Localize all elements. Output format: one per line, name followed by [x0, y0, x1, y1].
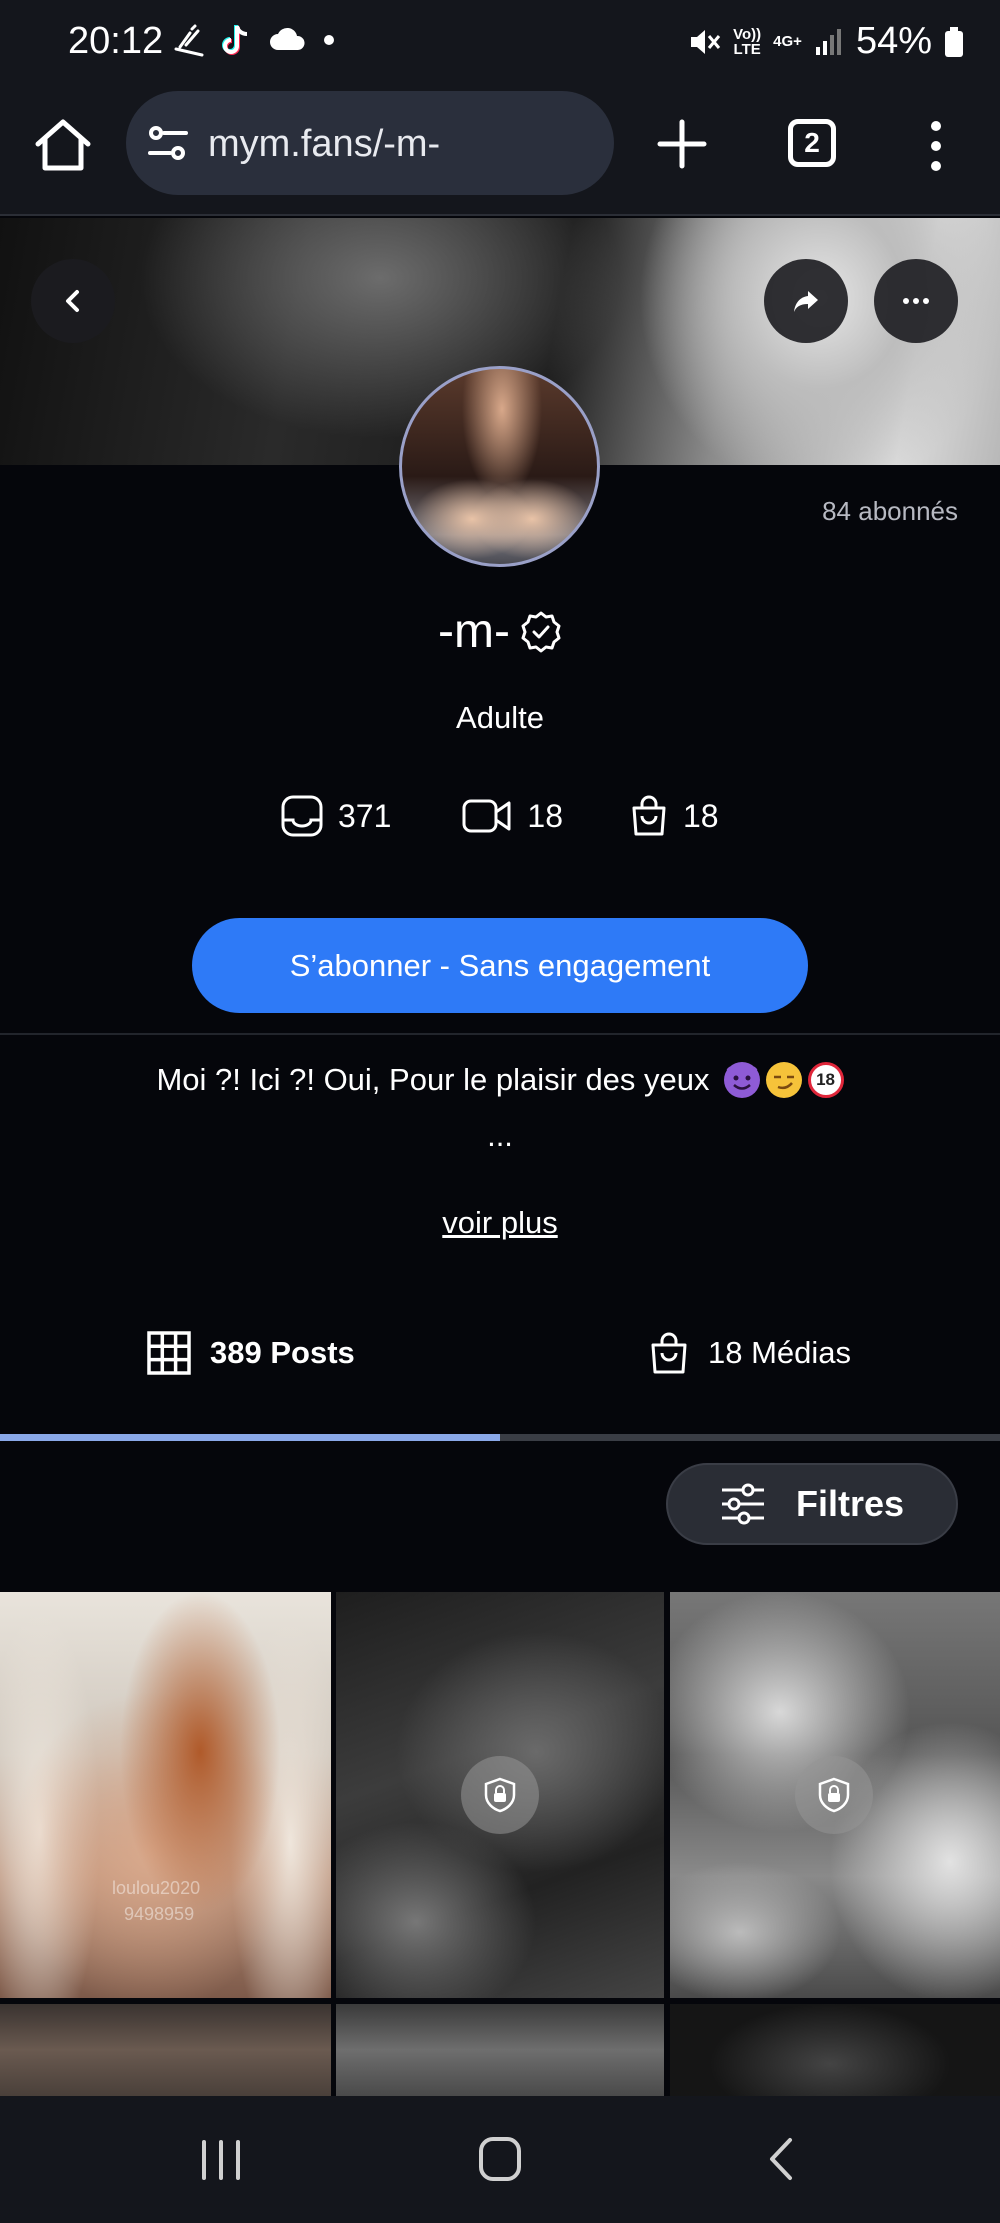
signal-icon	[815, 28, 841, 55]
profile-name-row: -m-	[0, 604, 1000, 659]
avatar[interactable]	[399, 366, 600, 567]
lock-icon	[484, 1777, 516, 1813]
post-tile-locked[interactable]	[336, 1592, 664, 1998]
status-bar: 20:12 Vo)) LTE 4G+ 54%	[0, 0, 1000, 84]
stat-videos-count: 18	[527, 797, 563, 834]
shopping-bag-icon	[651, 1332, 687, 1374]
stat-photos-count: 371	[338, 797, 392, 834]
app-page: 20:12 Vo)) LTE 4G+ 54% mym.fans/-m- 2 84…	[0, 0, 1000, 2223]
stat-videos: 18	[461, 796, 563, 836]
share-button[interactable]	[764, 259, 848, 343]
mute-icon	[691, 29, 721, 54]
more-horizontal-icon	[903, 298, 929, 304]
bio-ellipsis: ...	[487, 1118, 513, 1153]
devil-emoji-icon	[723, 1062, 760, 1098]
post-tile-locked[interactable]	[336, 2004, 664, 2096]
lock-icon	[818, 1777, 850, 1813]
recent-apps-icon[interactable]	[198, 2140, 244, 2180]
share-icon	[794, 291, 818, 312]
subscribe-button[interactable]: S’abonner - Sans engagement	[192, 918, 808, 1013]
tile-watermark-2: 9498959	[124, 1904, 195, 1924]
see-more-link[interactable]: voir plus	[0, 1205, 1000, 1241]
sliders-icon	[721, 1483, 764, 1525]
lock-badge	[461, 1756, 539, 1834]
tab-medias-label: 18 Médias	[708, 1335, 852, 1370]
tab-switcher-button[interactable]: 2	[788, 119, 836, 167]
stat-shop-count: 18	[682, 797, 719, 834]
post-tile[interactable]: loulou2020 9498959	[0, 1592, 331, 1998]
post-tile-locked[interactable]	[670, 1592, 1000, 1998]
back-nav-icon[interactable]	[764, 2136, 796, 2182]
followers-count[interactable]: 84 abonnés	[822, 496, 958, 527]
network-badge: Vo)) LTE	[733, 27, 761, 57]
post-tile-locked[interactable]	[670, 2004, 1000, 2096]
home-icon[interactable]	[30, 112, 96, 178]
tab-posts-label: 389 Posts	[210, 1335, 355, 1370]
status-time: 20:12	[68, 20, 164, 62]
tiktok-icon	[222, 25, 248, 55]
more-vertical-icon[interactable]	[918, 116, 954, 176]
tab-medias[interactable]: 18 Médias	[648, 1330, 851, 1376]
network-type: 4G+	[773, 33, 802, 50]
tile-watermark-1: loulou2020	[112, 1878, 201, 1898]
verified-badge-icon	[521, 611, 561, 652]
profile-category: Adulte	[456, 700, 544, 735]
stat-shop: 18	[629, 794, 719, 838]
new-tab-icon[interactable]	[652, 114, 712, 174]
filters-label: Filtres	[795, 1483, 905, 1524]
battery-icon	[945, 26, 963, 57]
profile-bio: Moi ?! Ici ?! Oui, Pour le plaisir des y…	[0, 1062, 1000, 1098]
dot-icon	[324, 35, 334, 45]
status-notification-icons	[172, 22, 336, 58]
battery-percent: 54%	[855, 20, 932, 62]
photo-icon	[281, 795, 323, 837]
stat-photos: 371	[280, 794, 391, 838]
address-bar[interactable]: mym.fans/-m-	[126, 91, 614, 195]
system-navigation-bar	[0, 2096, 1000, 2223]
tab-posts[interactable]: 389 Posts	[146, 1330, 355, 1376]
bio-text: Moi ?! Ici ?! Oui, Pour le plaisir des y…	[156, 1062, 710, 1097]
filters-button[interactable]: Filtres	[666, 1463, 958, 1545]
grid-icon	[147, 1331, 191, 1375]
video-icon	[462, 799, 511, 833]
more-options-button[interactable]	[874, 259, 958, 343]
under-18-emoji-icon: 18	[807, 1062, 844, 1098]
cloud-icon	[270, 27, 305, 50]
network-volte: Vo))	[733, 25, 762, 43]
network-lte: LTE	[733, 40, 761, 58]
under-18-label: 18	[816, 1070, 835, 1089]
tab-active-indicator	[0, 1434, 500, 1441]
post-tile-locked[interactable]	[0, 2004, 331, 2096]
chevron-left-icon	[66, 290, 79, 312]
profile-stats: 371 18 18	[280, 794, 719, 838]
ski-icon	[174, 24, 204, 57]
site-settings-icon[interactable]	[146, 121, 190, 165]
status-system-icons: Vo)) LTE 4G+ 54%	[687, 20, 964, 63]
shopping-bag-icon	[632, 795, 666, 836]
profile-name: -m-	[438, 605, 510, 658]
back-button[interactable]	[31, 259, 115, 343]
browser-toolbar: mym.fans/-m- 2	[0, 84, 1000, 216]
url-text[interactable]: mym.fans/-m-	[208, 123, 440, 166]
smirk-emoji-icon	[765, 1062, 802, 1098]
lock-badge	[795, 1756, 873, 1834]
home-nav-icon[interactable]	[478, 2136, 522, 2182]
divider	[0, 1033, 1000, 1035]
